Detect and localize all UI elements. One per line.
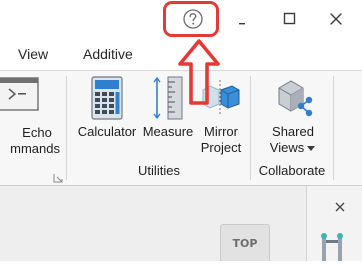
chevron-down-icon (307, 146, 316, 151)
dialog-launcher-icon[interactable] (53, 170, 63, 183)
measure-label: Measure (142, 124, 194, 139)
mirror-project-label-line1: Mirror (204, 124, 238, 139)
up-arrow-annotation-icon (178, 39, 220, 105)
viewcube-top-label: TOP (232, 236, 258, 250)
group-separator (333, 76, 334, 180)
tab-view[interactable]: View (16, 38, 50, 70)
viewcube[interactable]: TOP (220, 224, 270, 261)
shared-views-label-line2: Views (269, 140, 305, 155)
minimize-button[interactable] (219, 4, 265, 34)
collaborate-group-label: Collaborate (258, 163, 326, 178)
shared-views-icon (278, 80, 313, 117)
shared-views-button[interactable]: Shared Views (258, 76, 328, 156)
calculator-label: Calculator (77, 124, 137, 139)
calculator-button[interactable]: Calculator (74, 76, 140, 140)
echo-label-line2: mmands (10, 141, 60, 156)
group-separator (250, 76, 251, 180)
maximize-icon (283, 12, 296, 25)
echo-label-line1: Echo (22, 125, 52, 140)
shared-views-label-row: Views (270, 140, 316, 156)
calculator-icon (91, 76, 123, 120)
close-icon (330, 13, 342, 25)
panel-tool-icon[interactable] (316, 232, 356, 261)
tab-additive[interactable]: Additive (81, 38, 135, 70)
utilities-group-label: Utilities (138, 163, 180, 178)
shared-views-label-line1: Shared (272, 124, 314, 139)
close-icon (335, 202, 345, 212)
help-highlight-box (163, 1, 219, 37)
echo-commands-icon (0, 77, 40, 111)
mirror-project-label-line2: Project (200, 140, 242, 155)
minimize-icon (239, 23, 245, 25)
group-separator (66, 76, 67, 180)
maximize-button[interactable] (267, 4, 313, 34)
panel-close-button[interactable] (330, 197, 350, 217)
echo-commands-button[interactable]: Echo mmands (0, 125, 60, 157)
close-button[interactable] (313, 4, 359, 34)
